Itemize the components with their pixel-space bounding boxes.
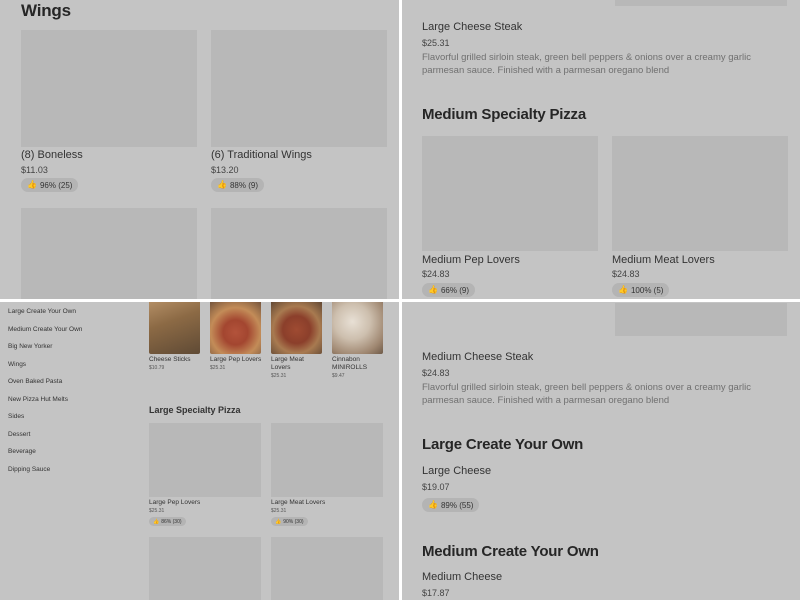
thumbs-up-icon: 👍 <box>428 285 438 294</box>
item-price: $25.31 <box>422 38 450 48</box>
rating-badge: 👍 66% (9) <box>422 283 475 297</box>
item-image-traditional-wings[interactable] <box>211 30 387 147</box>
rating-badge: 👍 86% (30) <box>149 517 186 526</box>
section-title-medium-create-your-own: Medium Create Your Own <box>422 543 599 560</box>
featured-name[interactable]: Cinnabon MINIROLLS <box>332 356 382 372</box>
item-name-medium-cheese[interactable]: Medium Cheese <box>422 571 502 583</box>
item-price: $13.20 <box>211 165 239 175</box>
rating-badge: 👍 90% (30) <box>271 517 308 526</box>
item-image[interactable] <box>615 0 787 6</box>
item-image[interactable] <box>271 537 383 600</box>
sidebar-item-dessert[interactable]: Dessert <box>8 431 30 438</box>
item-image[interactable] <box>149 537 261 600</box>
item-image-large-meat-lovers[interactable] <box>271 423 383 497</box>
panel-medium-specialty: Large Cheese Steak $25.31 Flavorful gril… <box>400 0 800 300</box>
item-image[interactable] <box>211 208 387 300</box>
sidebar-item-oven-baked-pasta[interactable]: Oven Baked Pasta <box>8 378 62 385</box>
panel-menu-overview: Large Create Your Own Medium Create Your… <box>0 300 400 600</box>
item-price: $19.07 <box>422 482 450 492</box>
sidebar-item-sides[interactable]: Sides <box>8 413 24 420</box>
item-name-large-cheese[interactable]: Large Cheese <box>422 465 491 477</box>
panel-create-your-own: Medium Cheese Steak $24.83 Flavorful gri… <box>400 300 800 600</box>
item-price: $11.03 <box>21 165 48 175</box>
item-description: Flavorful grilled sirloin steak, green b… <box>422 382 751 406</box>
sidebar-item-medium-create-your-own[interactable]: Medium Create Your Own <box>8 326 82 333</box>
featured-price: $9.47 <box>332 373 345 379</box>
featured-price: $25.31 <box>271 373 287 379</box>
thumbs-up-icon: 👍 <box>153 518 160 525</box>
item-image[interactable] <box>21 208 197 300</box>
item-name[interactable]: Large Pep Lovers <box>149 499 200 506</box>
featured-image-large-pep-lovers[interactable] <box>210 300 261 354</box>
item-name[interactable]: Medium Pep Lovers <box>422 254 520 266</box>
sidebar-item-wings[interactable]: Wings <box>8 361 26 368</box>
section-title-wings: Wings <box>21 1 71 20</box>
thumbs-up-icon: 👍 <box>618 285 628 294</box>
sidebar-item-dipping-sauce[interactable]: Dipping Sauce <box>8 466 50 473</box>
item-image-medium-meat-lovers[interactable] <box>612 136 788 251</box>
featured-name[interactable]: Large Meat Lovers <box>271 356 321 372</box>
item-image-medium-pep-lovers[interactable] <box>422 136 598 251</box>
item-price: $25.31 <box>271 508 287 514</box>
featured-image-cinnabon-minirolls[interactable] <box>332 300 383 354</box>
item-description: Flavorful grilled sirloin steak, green b… <box>422 52 751 76</box>
featured-image-cheese-sticks[interactable] <box>149 300 200 354</box>
sidebar-item-beverage[interactable]: Beverage <box>8 448 36 455</box>
thumbs-up-icon: 👍 <box>428 500 438 509</box>
item-name[interactable]: (8) Boneless <box>21 149 83 161</box>
panel-wings: Wings (8) Boneless $11.03 👍 96% (25) (6)… <box>0 0 400 300</box>
horizontal-divider <box>0 299 800 302</box>
item-name[interactable]: Large Meat Lovers <box>271 499 325 506</box>
item-name[interactable]: Large Cheese Steak <box>422 21 522 33</box>
featured-image-large-meat-lovers[interactable] <box>271 300 322 354</box>
item-image-boneless[interactable] <box>21 30 197 147</box>
item-name[interactable]: (6) Traditional Wings <box>211 149 312 161</box>
item-name[interactable]: Medium Cheese Steak <box>422 351 533 363</box>
item-image-large-pep-lovers[interactable] <box>149 423 261 497</box>
thumbs-up-icon: 👍 <box>275 518 282 525</box>
thumbs-up-icon: 👍 <box>217 180 227 189</box>
sidebar-item-new-pizza-hut-melts[interactable]: New Pizza Hut Melts <box>8 396 68 403</box>
rating-badge: 👍 100% (5) <box>612 283 670 297</box>
featured-name[interactable]: Cheese Sticks <box>149 356 191 363</box>
rating-badge: 👍 88% (9) <box>211 178 264 192</box>
thumbs-up-icon: 👍 <box>27 180 37 189</box>
sidebar-item-big-new-yorker[interactable]: Big New Yorker <box>8 343 52 350</box>
sidebar-item-large-create-your-own[interactable]: Large Create Your Own <box>8 308 76 315</box>
item-price: $25.31 <box>149 508 165 514</box>
rating-badge: 👍 96% (25) <box>21 178 79 192</box>
item-name[interactable]: Medium Meat Lovers <box>612 254 715 266</box>
item-price: $24.83 <box>422 269 450 279</box>
section-title-large-specialty: Large Specialty Pizza <box>149 405 241 415</box>
section-title-large-create-your-own: Large Create Your Own <box>422 436 584 453</box>
rating-badge: 👍 89% (55) <box>422 498 480 512</box>
item-price: $24.83 <box>422 368 450 378</box>
featured-price: $25.31 <box>210 365 226 371</box>
section-title-medium-specialty: Medium Specialty Pizza <box>422 106 586 123</box>
featured-name[interactable]: Large Pep Lovers <box>210 356 261 363</box>
item-image[interactable] <box>615 303 787 336</box>
featured-price: $10.79 <box>149 365 165 371</box>
item-price: $17.87 <box>422 588 450 598</box>
item-price: $24.83 <box>612 269 640 279</box>
